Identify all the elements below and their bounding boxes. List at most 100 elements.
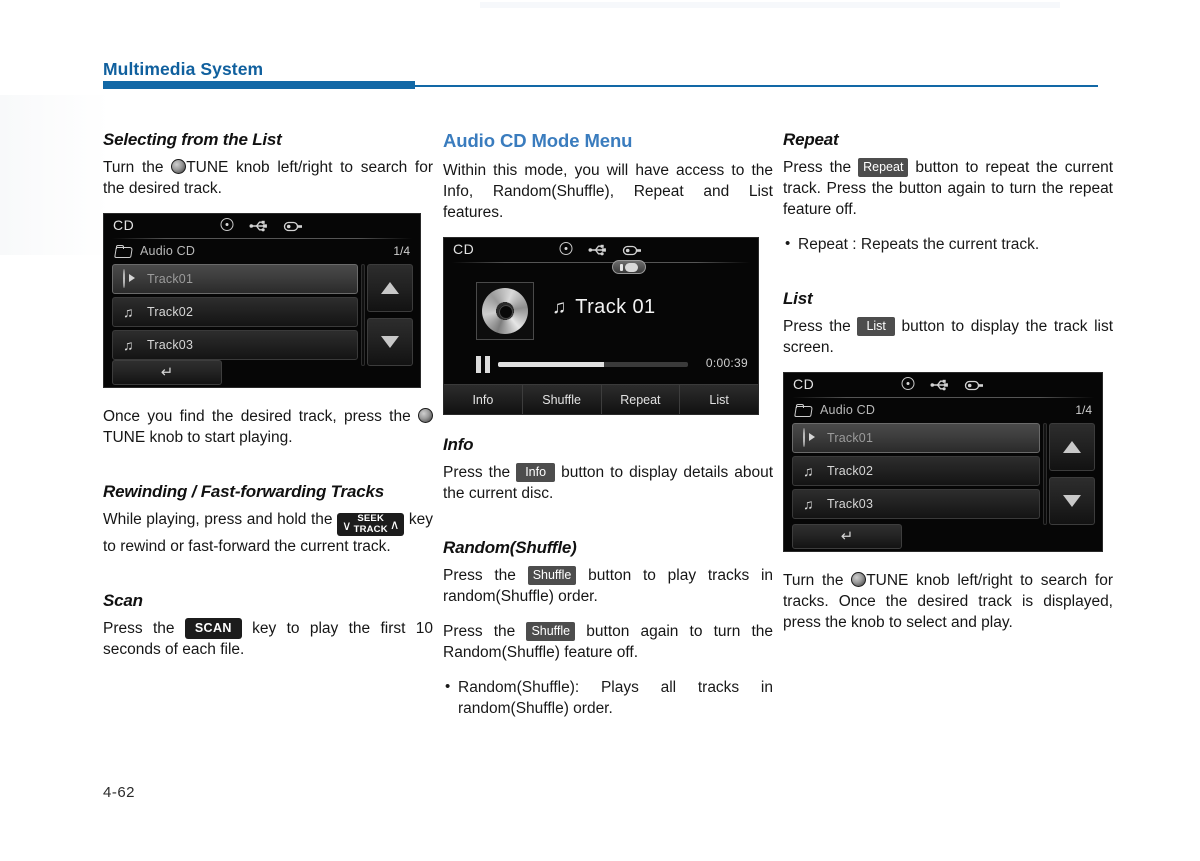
column-middle: Audio CD Mode Menu Within this mode, you… — [443, 130, 773, 733]
tune-knob-icon — [418, 408, 433, 423]
cd-track-list-screen[interactable]: CD Audio CD 1/4 Track01 ♫ Track02 ♫ Trac… — [783, 372, 1103, 552]
breadcrumb-label: Audio CD — [820, 403, 876, 417]
back-button[interactable]: ↵ — [792, 524, 902, 549]
screen-source-label: CD — [113, 217, 135, 233]
text-fragment: Press the — [443, 623, 527, 640]
track-list-item[interactable]: ♫ Track02 — [112, 297, 358, 327]
progress-bar[interactable] — [498, 362, 688, 367]
track-list-body: Track01 ♫ Track02 ♫ Track03 ↵ — [784, 423, 1102, 551]
screen-source-label: CD — [453, 241, 475, 257]
pause-icon[interactable] — [476, 356, 490, 373]
track-list-item[interactable]: Track01 — [112, 264, 358, 294]
paragraph-info: Press the Info button to display details… — [443, 462, 773, 504]
now-playing-track-title: Track 01 — [575, 296, 656, 318]
screen-top-bar: CD — [104, 214, 420, 240]
cd-track-list-screen[interactable]: CD Audio CD 1/4 Track01 ♫ Track02 ♫ Trac… — [103, 213, 421, 388]
paragraph-seek-track: While playing, press and hold the ∨ SEEK T… — [103, 509, 433, 557]
text-fragment: Press the — [443, 567, 528, 584]
heading-list: List — [783, 289, 813, 308]
scan-key-badge: SCAN — [184, 618, 242, 640]
shuffle-button-badge: Shuffle — [526, 622, 576, 641]
page-header: Multimedia System — [0, 0, 1200, 255]
tab-shuffle[interactable]: Shuffle — [522, 385, 602, 414]
text-fragment: Once you find the desired track, press t… — [103, 408, 418, 425]
screen-status-icons — [901, 377, 985, 391]
usb-icon-svg — [588, 244, 606, 255]
heading-info: Info — [443, 435, 474, 454]
aux-jack-icon-svg — [964, 380, 983, 391]
heading-scan: Scan — [103, 591, 143, 611]
track-rows: Track01 ♫ Track02 ♫ Track03 — [112, 264, 358, 363]
tab-repeat[interactable]: Repeat — [601, 385, 681, 414]
scan-artifact-left — [0, 95, 110, 255]
heading-random-shuffle: Random(Shuffle) — [443, 538, 577, 557]
scroll-down-arrow-icon — [1063, 495, 1081, 507]
text-fragment: Press the — [783, 159, 859, 176]
scan-artifact-top — [480, 2, 1060, 8]
track-list-item[interactable]: ♫ Track03 — [792, 489, 1040, 519]
track-label: Track01 — [827, 431, 874, 445]
scroll-up-button[interactable] — [1049, 423, 1095, 471]
track-label: Track02 — [827, 464, 874, 478]
top-bar-divider — [112, 238, 412, 239]
repeat-button-badge: Repeat — [858, 158, 909, 177]
music-note-icon: ♫ — [803, 463, 814, 479]
usb-icon-svg — [249, 220, 267, 231]
tab-info[interactable]: Info — [444, 385, 523, 414]
scrollbar-column[interactable] — [1043, 423, 1095, 531]
page-number: 4-62 — [103, 784, 136, 801]
playback-tab-bar: Info Shuffle Repeat List — [444, 384, 758, 414]
usb-icon — [930, 378, 949, 390]
screen-status-icons — [559, 242, 643, 256]
text-fragment: TUNE knob to start playing. — [103, 429, 293, 446]
aux-jack-icon — [964, 378, 985, 391]
track-label: TRACK — [353, 523, 388, 535]
seek-label: SEEK — [357, 513, 385, 525]
text-fragment: Press the — [443, 464, 517, 481]
paragraph-tune-search: Turn the TUNE knob left/right to search … — [103, 157, 433, 199]
text-fragment: Press the — [103, 620, 185, 638]
back-button[interactable]: ↵ — [112, 360, 222, 385]
elapsed-time: 0:00:39 — [705, 356, 748, 370]
track-list-item[interactable]: ♫ Track03 — [112, 330, 358, 360]
column-right: Repeat Press the Repeat button to repeat… — [783, 130, 1113, 647]
scroll-up-arrow-icon — [1063, 441, 1081, 453]
usb-icon — [588, 243, 607, 255]
column-left: Selecting from the List Turn the TUNE kn… — [103, 130, 433, 674]
track-list-body: Track01 ♫ Track02 ♫ Track03 ↵ — [104, 264, 420, 387]
music-note-icon: ♫ — [123, 304, 134, 320]
paragraph-scan: Press the SCAN key to play the first 10 … — [103, 618, 433, 660]
track-rows: Track01 ♫ Track02 ♫ Track03 — [792, 423, 1040, 522]
disc-icon — [901, 377, 915, 390]
tab-list[interactable]: List — [680, 385, 758, 414]
aux-jack-icon — [283, 219, 304, 232]
back-arrow-icon: ↵ — [840, 528, 854, 545]
seek-track-key-icon: ∨ SEEK TRACK ∧ — [337, 513, 405, 537]
scroll-up-button[interactable] — [367, 264, 413, 312]
heading-selecting-from-the-list: Selecting from the List — [103, 130, 282, 149]
heading-audio-cd-mode-menu: Audio CD Mode Menu — [443, 130, 633, 151]
scrollbar-column[interactable] — [361, 264, 413, 372]
screen-top-bar: CD — [784, 373, 1102, 399]
back-arrow-icon: ↵ — [160, 364, 174, 381]
track-list-item[interactable]: Track01 — [792, 423, 1040, 453]
paragraph-shuffle-off: Press the Shuffle button again to turn t… — [443, 621, 773, 663]
scroll-down-button[interactable] — [367, 318, 413, 366]
list-button-badge: List — [857, 317, 895, 336]
screen-source-label: CD — [793, 376, 815, 392]
scrollbar-track[interactable] — [361, 264, 365, 366]
breadcrumb-label: Audio CD — [140, 244, 196, 258]
header-rule-thin — [415, 85, 1098, 87]
cd-now-playing-screen[interactable]: CD ♫ Track 01 0:00:39 Info Shuffle Repea… — [443, 237, 759, 415]
scroll-down-arrow-icon — [381, 336, 399, 348]
scrollbar-track[interactable] — [1043, 423, 1047, 525]
play-circle-icon — [803, 428, 805, 447]
disc-icon — [559, 242, 573, 255]
track-label: Track03 — [827, 497, 874, 511]
scroll-down-button[interactable] — [1049, 477, 1095, 525]
page-indicator: 1/4 — [1075, 403, 1092, 417]
top-bar-divider — [452, 262, 750, 263]
repeat-bullet-list: Repeat : Repeats the current track. — [783, 233, 1113, 255]
heading-repeat: Repeat — [783, 130, 839, 149]
track-list-item[interactable]: ♫ Track02 — [792, 456, 1040, 486]
